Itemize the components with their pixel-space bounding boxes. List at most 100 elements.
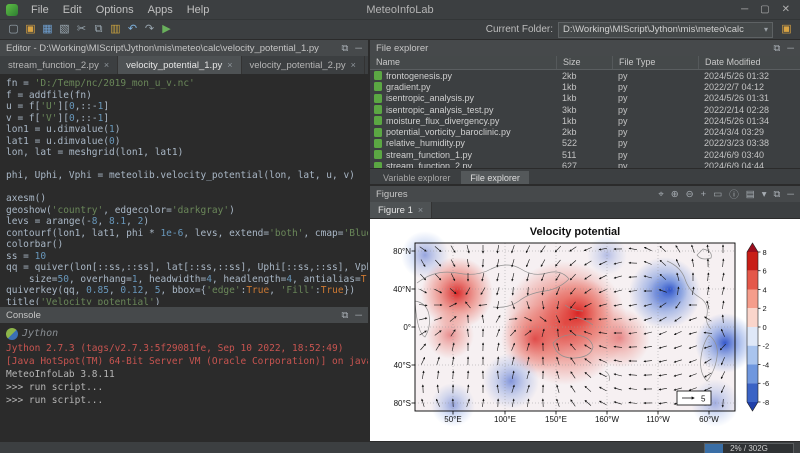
file-date: 2024/3/4 03:29 xyxy=(698,127,800,137)
dropdown-caret-icon[interactable]: ▾ xyxy=(764,25,768,34)
minimize-panel-icon[interactable]: ─ xyxy=(355,43,362,54)
new-file-icon[interactable]: ▢ xyxy=(5,21,22,38)
table-row[interactable]: gradient.py1kbpy2022/2/7 04:12 xyxy=(370,81,800,92)
figure-menu-icon[interactable]: ▾ xyxy=(762,189,767,200)
svg-text:110°W: 110°W xyxy=(646,415,670,424)
figures-panel: Figures ⌖⊕⊖+▭ⓘ▤▾⧉─ Figure 1 × xyxy=(370,186,800,441)
code-line: contourf(lon1, lat1, phi * 1e-6, levs, e… xyxy=(6,228,362,240)
copy-icon[interactable]: ⧉ xyxy=(90,21,107,38)
current-folder-combobox[interactable]: D:\Working\MIScript\Jython\mis\meteo\cal… xyxy=(558,22,773,38)
code-token: contourf(lon1, lat1, phi * xyxy=(6,228,160,239)
svg-text:4: 4 xyxy=(763,285,767,294)
close-icon[interactable]: × xyxy=(104,60,109,70)
code-token: 'Fill' xyxy=(281,285,315,296)
figure-canvas[interactable]: Velocity potential xyxy=(370,219,800,441)
dock-tab-file-explorer[interactable]: File explorer xyxy=(461,171,529,184)
save-icon[interactable]: ▦ xyxy=(39,21,56,38)
svg-text:160°W: 160°W xyxy=(595,415,620,424)
close-file-icon[interactable]: ▧ xyxy=(56,21,73,38)
minimize-button[interactable]: ─ xyxy=(741,4,748,15)
table-row[interactable]: stream_function_1.py511py2024/6/9 03:40 xyxy=(370,149,800,160)
console-output[interactable]: Jython Jython 2.7.3 (tags/v2.7.3:5f29081… xyxy=(0,323,368,441)
code-token: 'darkgray' xyxy=(172,205,229,216)
file-name-cell: potential_vorticity_baroclinic.py xyxy=(370,127,556,137)
table-row[interactable]: frontogenesis.py2kbpy2024/5/26 01:32 xyxy=(370,70,800,81)
file-size: 1kb xyxy=(556,116,612,126)
float-panel-icon[interactable]: ⧉ xyxy=(773,189,780,200)
code-token: ) xyxy=(115,136,121,147)
float-panel-icon[interactable]: ⧉ xyxy=(341,43,348,54)
code-token: , xyxy=(269,285,280,296)
table-row[interactable]: potential_vorticity_baroclinic.py2kbpy20… xyxy=(370,126,800,137)
full-extent-icon[interactable]: ▭ xyxy=(713,189,722,200)
py-file-icon xyxy=(374,105,382,114)
paste-icon[interactable]: ▥ xyxy=(107,21,124,38)
menu-file[interactable]: File xyxy=(24,4,56,16)
browse-folder-button[interactable]: ▣ xyxy=(778,21,795,38)
colorbar: 8 6 4 2 0 -2 -4 -6 -8 xyxy=(747,243,769,411)
table-row[interactable]: isentropic_analysis_test.py3kbpy2022/2/1… xyxy=(370,104,800,115)
code-token: 'D:/Temp/nc/2019_mon_u_v.nc' xyxy=(35,78,195,89)
code-token: ) xyxy=(155,297,161,306)
file-name: isentropic_analysis.py xyxy=(386,93,474,103)
close-button[interactable]: ✕ xyxy=(782,4,790,15)
select-icon[interactable]: ⌖ xyxy=(658,189,663,200)
close-icon[interactable]: × xyxy=(418,205,423,215)
editor-tab-stream-function-2-py[interactable]: stream_function_2.py× xyxy=(0,56,118,74)
undo-icon[interactable]: ↶ xyxy=(124,21,141,38)
minimize-panel-icon[interactable]: ─ xyxy=(355,310,362,321)
identify-icon[interactable]: ⓘ xyxy=(729,187,739,201)
table-row[interactable]: relative_humidity.py522py2022/3/23 03:38 xyxy=(370,138,800,149)
close-icon[interactable]: × xyxy=(351,60,356,70)
column-header-file-type[interactable]: File Type xyxy=(612,56,698,69)
map-axes[interactable]: 5 xyxy=(401,231,755,427)
code-area[interactable]: fn = 'D:/Temp/nc/2019_mon_u_v.nc'f = add… xyxy=(0,75,368,305)
file-size: 1kb xyxy=(556,93,612,103)
figure-tabbar: Figure 1 × xyxy=(370,202,800,219)
table-row[interactable]: moisture_flux_divergency.py1kbpy2024/5/2… xyxy=(370,115,800,126)
cut-icon[interactable]: ✂ xyxy=(73,21,90,38)
column-header-size[interactable]: Size xyxy=(556,56,612,69)
menu-edit[interactable]: Edit xyxy=(56,4,89,16)
file-date: 2024/5/26 01:32 xyxy=(698,71,800,81)
console-line: >>> run script... xyxy=(6,394,362,407)
code-token: levs = arange(- xyxy=(6,216,92,227)
editor-panel: Editor - D:\Working\MIScript\Jython\mis\… xyxy=(0,40,368,305)
column-header-name[interactable]: Name xyxy=(370,56,556,69)
figure-tab-label: Figure 1 xyxy=(378,205,413,216)
figure-tab[interactable]: Figure 1 × xyxy=(370,202,432,218)
table-row[interactable]: isentropic_analysis.py1kbpy2024/5/26 01:… xyxy=(370,93,800,104)
svg-text:40°N: 40°N xyxy=(393,285,411,294)
save-figure-icon[interactable]: ▤ xyxy=(746,189,755,200)
float-panel-icon[interactable]: ⧉ xyxy=(773,43,780,54)
pan-icon[interactable]: + xyxy=(701,189,707,200)
menu-options[interactable]: Options xyxy=(89,4,141,16)
zoom-out-icon[interactable]: ⊖ xyxy=(686,189,694,200)
column-header-date-modified[interactable]: Date Modified xyxy=(698,56,800,69)
close-icon[interactable]: × xyxy=(227,60,232,70)
editor-tab-velocity-potential-2-py[interactable]: velocity_potential_2.py× xyxy=(242,56,365,74)
maximize-button[interactable]: ▢ xyxy=(760,4,769,15)
file-name-cell: isentropic_analysis.py xyxy=(370,93,556,103)
open-folder-icon[interactable]: ▣ xyxy=(22,21,39,38)
dock-tab-variable-explorer[interactable]: Variable explorer xyxy=(374,171,459,184)
file-type: py xyxy=(612,127,698,137)
code-token: axesm() xyxy=(6,193,46,204)
redo-icon[interactable]: ↷ xyxy=(141,21,158,38)
minimize-panel-icon[interactable]: ─ xyxy=(787,43,794,54)
file-name-cell: isentropic_analysis_test.py xyxy=(370,105,556,115)
zoom-in-icon[interactable]: ⊕ xyxy=(671,189,679,200)
jython-logo-icon xyxy=(6,328,18,340)
run-icon[interactable]: ▶ xyxy=(158,21,175,38)
editor-tab-velocity-potential-1-py[interactable]: velocity_potential_1.py× xyxy=(118,56,241,74)
code-token: ][ xyxy=(58,113,69,124)
minimize-panel-icon[interactable]: ─ xyxy=(787,189,794,200)
float-panel-icon[interactable]: ⧉ xyxy=(341,310,348,321)
menu-apps[interactable]: Apps xyxy=(141,4,180,16)
file-name-cell: frontogenesis.py xyxy=(370,71,556,81)
file-type: py xyxy=(612,116,698,126)
code-token: , xyxy=(109,285,120,296)
menu-help[interactable]: Help xyxy=(180,4,217,16)
table-row[interactable]: stream_function_2.py627py2024/6/9 04:44 xyxy=(370,160,800,168)
code-token: 10 xyxy=(35,251,46,262)
